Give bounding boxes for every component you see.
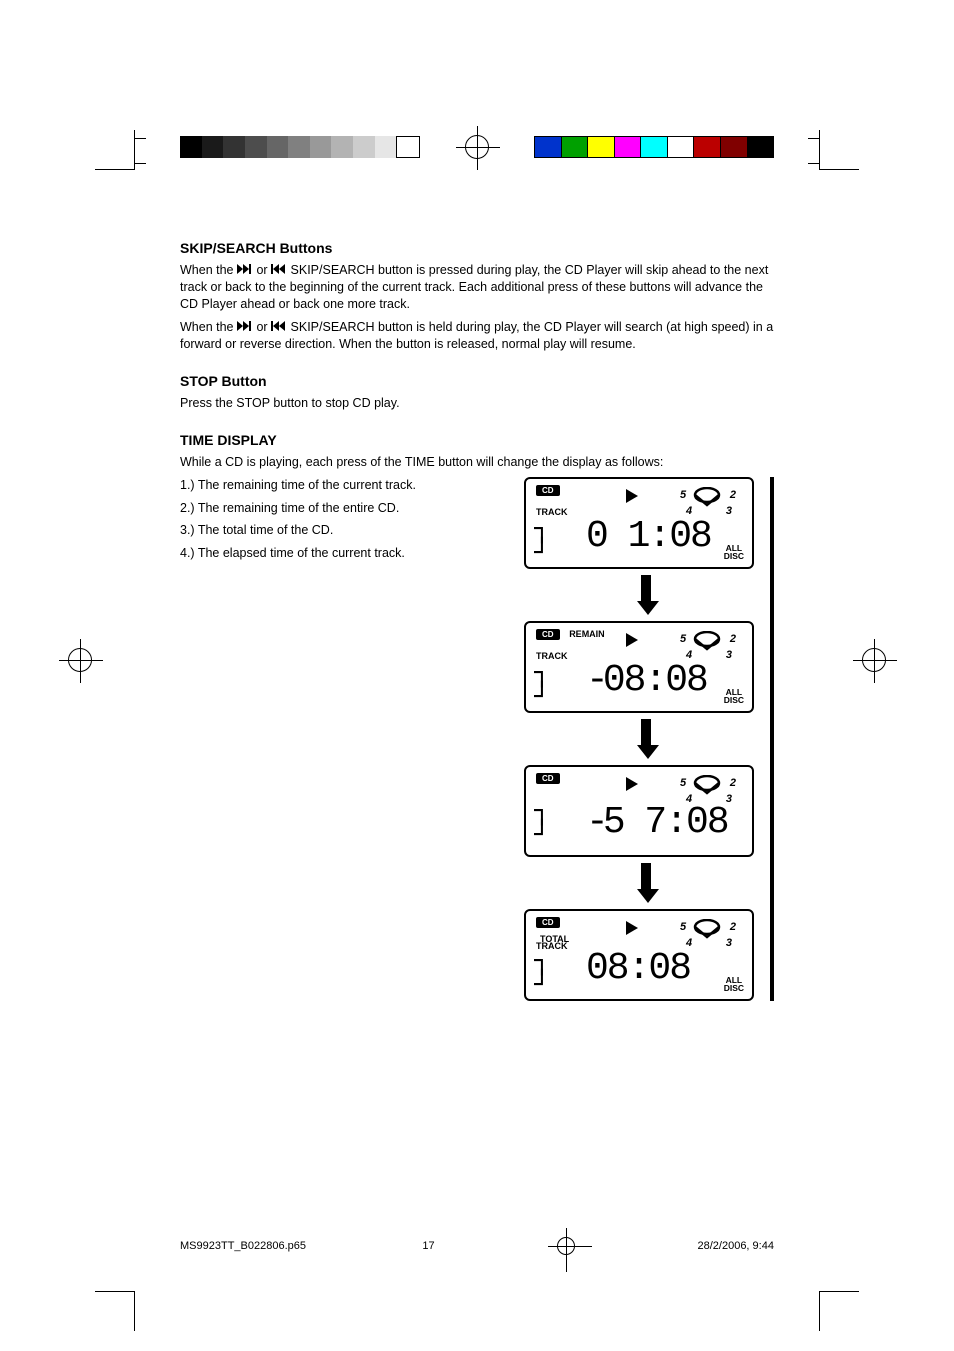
time-display: - 08:08: [586, 659, 707, 702]
skip-forward-icon: [237, 262, 253, 279]
crop-mark-bl: [95, 1291, 135, 1331]
registration-target-left: [68, 648, 92, 672]
list-item: 3.) The total time of the CD.: [180, 522, 506, 539]
play-icon: [626, 777, 638, 791]
arrow-down-icon: [637, 863, 655, 903]
section-title-time: TIME DISPLAY: [180, 432, 774, 448]
grayscale-swatches: [180, 136, 420, 158]
play-icon: [626, 489, 638, 503]
arrow-down-icon: [637, 575, 655, 615]
all-disc-label: ALLDISC: [724, 977, 744, 992]
cd-badge: CD: [536, 917, 560, 928]
registration-target-right: [862, 648, 886, 672]
lcd-panel-2: CD REMAIN 5 2 4 3 TRACK ┐┘ -: [524, 621, 754, 713]
time-display: 08:08: [586, 947, 690, 990]
time-intro: While a CD is playing, each press of the…: [180, 454, 774, 471]
crop-mark-tr: [819, 130, 859, 170]
disc-indicator: 5 2 4 3: [678, 487, 736, 517]
track-number: ┐┘: [534, 659, 560, 709]
svg-text:┘: ┘: [534, 680, 548, 709]
time-display: - 5 7:08: [586, 801, 728, 844]
play-icon: [626, 633, 638, 647]
lcd-panel-3: CD 5 2 4 3 ┐┘ - 5 7:08: [524, 765, 754, 857]
remain-label: REMAIN: [569, 629, 605, 639]
footer-file: MS9923TT_B022806.p65: [180, 1240, 306, 1252]
all-disc-label: ALLDISC: [724, 545, 744, 560]
crop-mark-br: [819, 1291, 859, 1331]
footer-page: 17: [422, 1240, 434, 1252]
lcd-diagram-column: CD 5 2 4 3 TRACK ┐┘ 0 1:08: [524, 477, 774, 1001]
crop-mark-tl: [95, 130, 135, 170]
footer-date: 28/2/2006, 9:44: [698, 1240, 774, 1252]
page-footer: MS9923TT_B022806.p65 17 28/2/2006, 9:44: [180, 1231, 774, 1261]
section-title-stop: STOP Button: [180, 373, 774, 389]
list-item: 2.) The remaining time of the entire CD.: [180, 500, 506, 517]
cd-badge: CD: [536, 773, 560, 784]
svg-text:┘: ┘: [534, 536, 548, 565]
page-body: SKIP/SEARCH Buttons When the or SKIP/SEA…: [180, 240, 774, 1001]
registration-target-footer: [557, 1237, 575, 1255]
track-number: ┐┘: [534, 515, 560, 565]
skip-para-1: When the or SKIP/SEARCH button is presse…: [180, 262, 774, 313]
list-item: 4.) The elapsed time of the current trac…: [180, 545, 506, 562]
skip-back-icon: [271, 262, 287, 279]
cd-badge: CD: [536, 485, 560, 496]
lcd-panel-4: CD TOTAL 5 2 4 3 TRACK ┐┘ 08:08: [524, 909, 754, 1001]
stop-para: Press the STOP button to stop CD play.: [180, 395, 774, 412]
svg-text:┘: ┘: [534, 818, 548, 847]
svg-text:┘: ┘: [534, 968, 548, 997]
calibration-strip: [180, 132, 774, 162]
list-item: 1.) The remaining time of the current tr…: [180, 477, 506, 494]
color-swatches: [534, 136, 774, 158]
time-list: 1.) The remaining time of the current tr…: [180, 477, 506, 1001]
lcd-panel-1: CD 5 2 4 3 TRACK ┐┘ 0 1:08: [524, 477, 754, 569]
all-disc-label: ALLDISC: [724, 689, 744, 704]
section-title-skip: SKIP/SEARCH Buttons: [180, 240, 774, 256]
disc-indicator: 5 2 4 3: [678, 919, 736, 949]
arrow-down-icon: [637, 719, 655, 759]
disc-indicator: 5 2 4 3: [678, 631, 736, 661]
skip-forward-icon: [237, 319, 253, 336]
registration-target-top: [465, 135, 489, 159]
skip-para-2: When the or SKIP/SEARCH button is held d…: [180, 319, 774, 353]
skip-back-icon: [271, 319, 287, 336]
track-number: ┐┘: [534, 947, 560, 997]
time-display: 0 1:08: [586, 515, 711, 558]
track-number: ┐┘: [534, 797, 560, 847]
play-icon: [626, 921, 638, 935]
cd-badge: CD: [536, 629, 560, 640]
